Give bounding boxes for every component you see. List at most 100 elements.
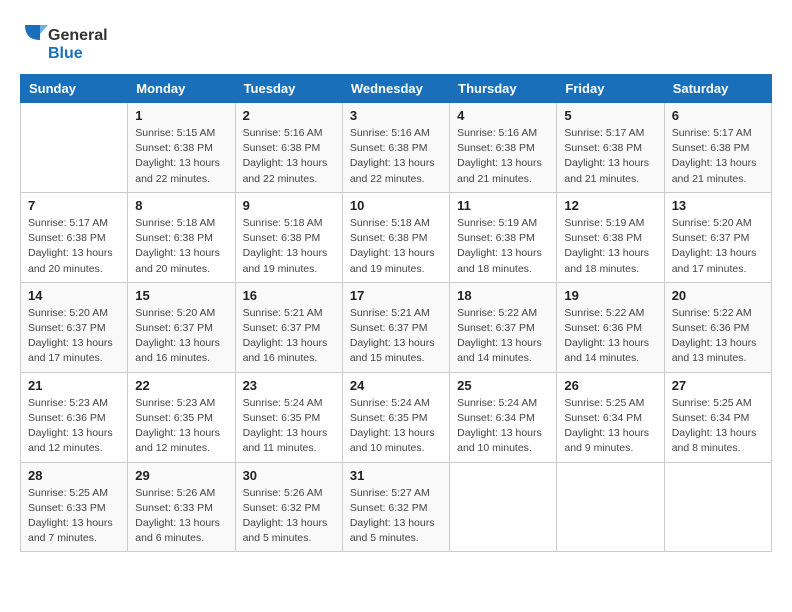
day-info: Sunrise: 5:20 AM Sunset: 6:37 PM Dayligh… bbox=[135, 306, 227, 367]
day-number: 9 bbox=[243, 198, 335, 213]
day-cell bbox=[450, 462, 557, 552]
day-cell: 16 Sunrise: 5:21 AM Sunset: 6:37 PM Dayli… bbox=[235, 282, 342, 372]
day-info: Sunrise: 5:19 AM Sunset: 6:38 PM Dayligh… bbox=[457, 216, 549, 277]
day-info: Sunrise: 5:23 AM Sunset: 6:36 PM Dayligh… bbox=[28, 396, 120, 457]
day-info: Sunrise: 5:16 AM Sunset: 6:38 PM Dayligh… bbox=[243, 126, 335, 187]
day-info: Sunrise: 5:26 AM Sunset: 6:32 PM Dayligh… bbox=[243, 486, 335, 547]
day-info: Sunrise: 5:17 AM Sunset: 6:38 PM Dayligh… bbox=[564, 126, 656, 187]
day-info: Sunrise: 5:18 AM Sunset: 6:38 PM Dayligh… bbox=[350, 216, 442, 277]
day-number: 27 bbox=[672, 378, 764, 393]
day-info: Sunrise: 5:23 AM Sunset: 6:35 PM Dayligh… bbox=[135, 396, 227, 457]
day-info: Sunrise: 5:16 AM Sunset: 6:38 PM Dayligh… bbox=[457, 126, 549, 187]
svg-text:General: General bbox=[48, 27, 108, 44]
day-cell: 11 Sunrise: 5:19 AM Sunset: 6:38 PM Dayli… bbox=[450, 192, 557, 282]
day-number: 10 bbox=[350, 198, 442, 213]
day-cell: 14 Sunrise: 5:20 AM Sunset: 6:37 PM Dayli… bbox=[21, 282, 128, 372]
day-cell: 15 Sunrise: 5:20 AM Sunset: 6:37 PM Dayli… bbox=[128, 282, 235, 372]
day-info: Sunrise: 5:22 AM Sunset: 6:36 PM Dayligh… bbox=[672, 306, 764, 367]
day-number: 17 bbox=[350, 288, 442, 303]
day-number: 3 bbox=[350, 108, 442, 123]
day-cell: 22 Sunrise: 5:23 AM Sunset: 6:35 PM Dayli… bbox=[128, 372, 235, 462]
day-cell: 4 Sunrise: 5:16 AM Sunset: 6:38 PM Daylig… bbox=[450, 103, 557, 193]
calendar-body: 1Sunrise: 5:15 AM Sunset: 6:38 PM Daylig… bbox=[21, 103, 772, 552]
day-cell: 12Sunrise: 5:19 AM Sunset: 6:38 PM Dayli… bbox=[557, 192, 664, 282]
day-number: 5 bbox=[564, 108, 656, 123]
day-cell: 24Sunrise: 5:24 AM Sunset: 6:35 PM Dayli… bbox=[342, 372, 449, 462]
day-cell: 3Sunrise: 5:16 AM Sunset: 6:38 PM Daylig… bbox=[342, 103, 449, 193]
day-info: Sunrise: 5:22 AM Sunset: 6:37 PM Dayligh… bbox=[457, 306, 549, 367]
week-row-3: 14 Sunrise: 5:20 AM Sunset: 6:37 PM Dayli… bbox=[21, 282, 772, 372]
day-cell: 27 Sunrise: 5:25 AM Sunset: 6:34 PM Dayli… bbox=[664, 372, 771, 462]
day-info: Sunrise: 5:26 AM Sunset: 6:33 PM Dayligh… bbox=[135, 486, 227, 547]
day-info: Sunrise: 5:21 AM Sunset: 6:37 PM Dayligh… bbox=[350, 306, 442, 367]
day-info: Sunrise: 5:25 AM Sunset: 6:33 PM Dayligh… bbox=[28, 486, 120, 547]
header-cell-tuesday: Tuesday bbox=[235, 75, 342, 103]
day-number: 14 bbox=[28, 288, 120, 303]
header-cell-monday: Monday bbox=[128, 75, 235, 103]
week-row-1: 1Sunrise: 5:15 AM Sunset: 6:38 PM Daylig… bbox=[21, 103, 772, 193]
logo-text-block: General Blue bbox=[20, 20, 110, 64]
day-number: 30 bbox=[243, 468, 335, 483]
day-cell: 31 Sunrise: 5:27 AM Sunset: 6:32 PM Dayli… bbox=[342, 462, 449, 552]
day-number: 23 bbox=[243, 378, 335, 393]
day-number: 16 bbox=[243, 288, 335, 303]
day-cell: 8 Sunrise: 5:18 AM Sunset: 6:38 PM Daylig… bbox=[128, 192, 235, 282]
day-cell: 21Sunrise: 5:23 AM Sunset: 6:36 PM Dayli… bbox=[21, 372, 128, 462]
day-number: 31 bbox=[350, 468, 442, 483]
day-info: Sunrise: 5:20 AM Sunset: 6:37 PM Dayligh… bbox=[672, 216, 764, 277]
day-cell: 19 Sunrise: 5:22 AM Sunset: 6:36 PM Dayli… bbox=[557, 282, 664, 372]
header-cell-saturday: Saturday bbox=[664, 75, 771, 103]
day-number: 6 bbox=[672, 108, 764, 123]
calendar-header-row: SundayMondayTuesdayWednesdayThursdayFrid… bbox=[21, 75, 772, 103]
day-info: Sunrise: 5:25 AM Sunset: 6:34 PM Dayligh… bbox=[672, 396, 764, 457]
logo: General Blue bbox=[20, 20, 110, 64]
day-cell: 26 Sunrise: 5:25 AM Sunset: 6:34 PM Dayli… bbox=[557, 372, 664, 462]
page-header: General Blue bbox=[20, 20, 772, 64]
day-info: Sunrise: 5:21 AM Sunset: 6:37 PM Dayligh… bbox=[243, 306, 335, 367]
header-cell-thursday: Thursday bbox=[450, 75, 557, 103]
day-cell: 29 Sunrise: 5:26 AM Sunset: 6:33 PM Dayli… bbox=[128, 462, 235, 552]
day-info: Sunrise: 5:27 AM Sunset: 6:32 PM Dayligh… bbox=[350, 486, 442, 547]
week-row-5: 28Sunrise: 5:25 AM Sunset: 6:33 PM Dayli… bbox=[21, 462, 772, 552]
day-cell: 17 Sunrise: 5:21 AM Sunset: 6:37 PM Dayli… bbox=[342, 282, 449, 372]
day-info: Sunrise: 5:17 AM Sunset: 6:38 PM Dayligh… bbox=[28, 216, 120, 277]
day-number: 19 bbox=[564, 288, 656, 303]
header-cell-sunday: Sunday bbox=[21, 75, 128, 103]
day-info: Sunrise: 5:17 AM Sunset: 6:38 PM Dayligh… bbox=[672, 126, 764, 187]
day-number: 4 bbox=[457, 108, 549, 123]
day-cell: 1Sunrise: 5:15 AM Sunset: 6:38 PM Daylig… bbox=[128, 103, 235, 193]
day-cell: 5 Sunrise: 5:17 AM Sunset: 6:38 PM Daylig… bbox=[557, 103, 664, 193]
day-cell: 23 Sunrise: 5:24 AM Sunset: 6:35 PM Dayli… bbox=[235, 372, 342, 462]
week-row-4: 21Sunrise: 5:23 AM Sunset: 6:36 PM Dayli… bbox=[21, 372, 772, 462]
day-info: Sunrise: 5:24 AM Sunset: 6:34 PM Dayligh… bbox=[457, 396, 549, 457]
day-number: 15 bbox=[135, 288, 227, 303]
day-cell: 9Sunrise: 5:18 AM Sunset: 6:38 PM Daylig… bbox=[235, 192, 342, 282]
day-info: Sunrise: 5:25 AM Sunset: 6:34 PM Dayligh… bbox=[564, 396, 656, 457]
day-cell: 13Sunrise: 5:20 AM Sunset: 6:37 PM Dayli… bbox=[664, 192, 771, 282]
day-info: Sunrise: 5:24 AM Sunset: 6:35 PM Dayligh… bbox=[350, 396, 442, 457]
day-cell bbox=[21, 103, 128, 193]
day-number: 18 bbox=[457, 288, 549, 303]
day-cell: 30 Sunrise: 5:26 AM Sunset: 6:32 PM Dayli… bbox=[235, 462, 342, 552]
day-info: Sunrise: 5:22 AM Sunset: 6:36 PM Dayligh… bbox=[564, 306, 656, 367]
day-cell bbox=[664, 462, 771, 552]
day-info: Sunrise: 5:18 AM Sunset: 6:38 PM Dayligh… bbox=[135, 216, 227, 277]
day-number: 8 bbox=[135, 198, 227, 213]
day-cell: 18 Sunrise: 5:22 AM Sunset: 6:37 PM Dayli… bbox=[450, 282, 557, 372]
day-number: 7 bbox=[28, 198, 120, 213]
day-number: 12 bbox=[564, 198, 656, 213]
day-cell: 2 Sunrise: 5:16 AM Sunset: 6:38 PM Daylig… bbox=[235, 103, 342, 193]
day-number: 29 bbox=[135, 468, 227, 483]
week-row-2: 7 Sunrise: 5:17 AM Sunset: 6:38 PM Daylig… bbox=[21, 192, 772, 282]
day-info: Sunrise: 5:20 AM Sunset: 6:37 PM Dayligh… bbox=[28, 306, 120, 367]
day-cell: 7 Sunrise: 5:17 AM Sunset: 6:38 PM Daylig… bbox=[21, 192, 128, 282]
day-number: 22 bbox=[135, 378, 227, 393]
day-info: Sunrise: 5:24 AM Sunset: 6:35 PM Dayligh… bbox=[243, 396, 335, 457]
general-blue-logo: General Blue bbox=[20, 20, 110, 64]
day-number: 25 bbox=[457, 378, 549, 393]
day-number: 26 bbox=[564, 378, 656, 393]
calendar-table: SundayMondayTuesdayWednesdayThursdayFrid… bbox=[20, 74, 772, 552]
day-number: 11 bbox=[457, 198, 549, 213]
day-number: 2 bbox=[243, 108, 335, 123]
day-cell: 6 Sunrise: 5:17 AM Sunset: 6:38 PM Daylig… bbox=[664, 103, 771, 193]
